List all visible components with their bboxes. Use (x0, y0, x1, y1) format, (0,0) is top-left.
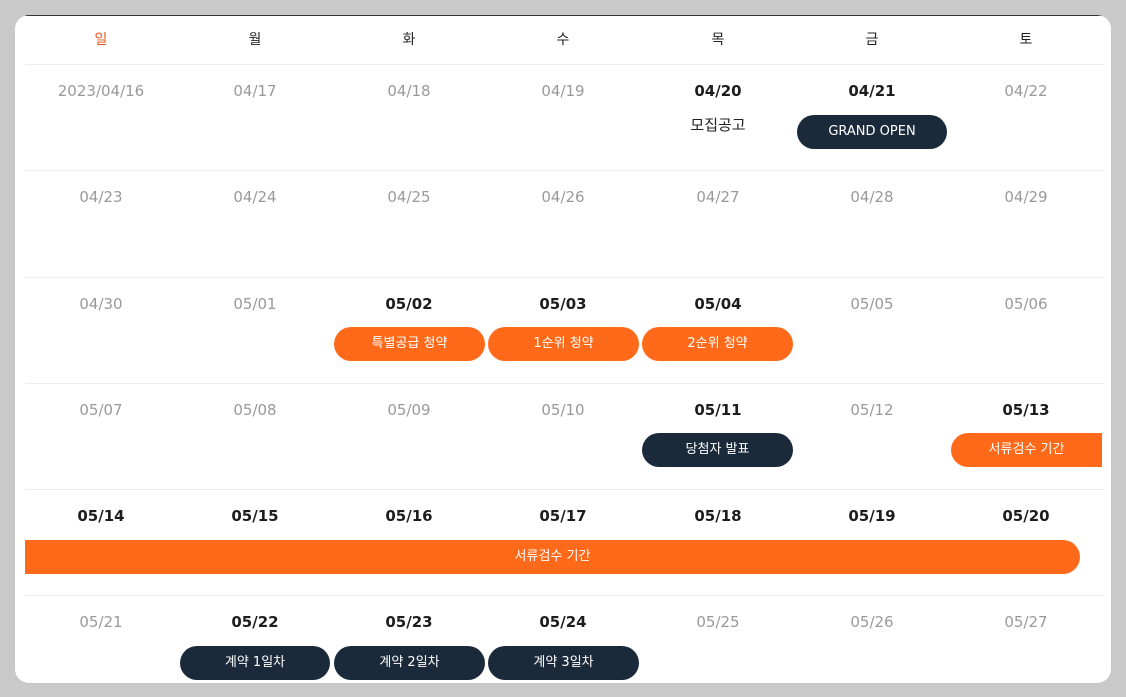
date-cell: 05/04 (694, 295, 742, 313)
event-doc-review-continued[interactable]: 서류검수 기간 (25, 540, 1080, 574)
date-cell: 05/18 (694, 507, 742, 525)
weekday-wednesday: 수 (556, 32, 570, 48)
date-cell: 04/25 (387, 188, 431, 206)
row-divider (25, 595, 1104, 596)
date-cell: 04/26 (541, 188, 585, 206)
event-contract-day3[interactable]: 계약 3일차 (488, 646, 639, 680)
event-grand-open[interactable]: GRAND OPEN (797, 115, 947, 149)
date-cell: 04/21 (848, 82, 896, 100)
date-cell: 05/17 (539, 507, 587, 525)
schedule-calendar: 일 월 화 수 목 금 토 2023/04/16 04/17 04/18 04/… (15, 15, 1111, 683)
date-cell: 05/02 (385, 295, 433, 313)
date-cell: 05/25 (696, 613, 740, 631)
event-doc-review-start[interactable]: 서류검수 기간 (951, 433, 1102, 467)
date-cell: 05/06 (1004, 295, 1048, 313)
date-cell: 05/23 (385, 613, 433, 631)
date-cell: 04/30 (79, 295, 123, 313)
date-cell: 05/24 (539, 613, 587, 631)
date-cell: 05/22 (231, 613, 279, 631)
date-cell: 05/03 (539, 295, 587, 313)
date-cell: 05/26 (850, 613, 894, 631)
date-cell: 04/24 (233, 188, 277, 206)
row-divider (25, 489, 1104, 490)
date-cell: 05/01 (233, 295, 277, 313)
row-divider (25, 64, 1104, 65)
date-cell: 05/11 (694, 401, 742, 419)
date-cell: 04/29 (1004, 188, 1048, 206)
weekday-friday: 금 (865, 32, 879, 48)
date-cell: 05/21 (79, 613, 123, 631)
date-cell: 04/27 (696, 188, 740, 206)
weekday-monday: 월 (248, 32, 262, 48)
calendar-top-border (25, 15, 1104, 16)
date-cell: 04/23 (79, 188, 123, 206)
date-cell: 04/17 (233, 82, 277, 100)
date-cell: 05/19 (848, 507, 896, 525)
date-cell: 04/28 (850, 188, 894, 206)
date-cell: 05/05 (850, 295, 894, 313)
date-cell: 04/20 (694, 82, 742, 100)
weekday-saturday: 토 (1019, 32, 1033, 48)
event-contract-day2[interactable]: 계약 2일차 (334, 646, 485, 680)
weekday-thursday: 목 (711, 32, 725, 48)
date-cell: 04/22 (1004, 82, 1048, 100)
date-cell: 05/15 (231, 507, 279, 525)
row-divider (25, 170, 1104, 171)
date-cell: 05/12 (850, 401, 894, 419)
row-divider (25, 383, 1104, 384)
row-divider (25, 277, 1104, 278)
event-second-rank[interactable]: 2순위 청약 (642, 327, 793, 361)
date-cell: 05/14 (77, 507, 125, 525)
event-contract-day1[interactable]: 계약 1일차 (180, 646, 330, 680)
event-winner-announce[interactable]: 당첨자 발표 (642, 433, 793, 467)
date-cell: 2023/04/16 (57, 82, 145, 100)
weekday-sunday: 일 (94, 32, 108, 48)
date-cell: 05/09 (387, 401, 431, 419)
date-cell: 05/08 (233, 401, 277, 419)
date-cell: 05/13 (1002, 401, 1050, 419)
date-cell: 05/07 (79, 401, 123, 419)
date-cell: 05/10 (541, 401, 585, 419)
date-cell: 04/18 (387, 82, 431, 100)
weekday-tuesday: 화 (402, 32, 416, 48)
event-special-supply[interactable]: 특별공급 청약 (334, 327, 485, 361)
date-cell: 04/19 (541, 82, 585, 100)
date-cell: 05/20 (1002, 507, 1050, 525)
recruit-notice-label: 모집공고 (690, 116, 746, 134)
event-first-rank[interactable]: 1순위 청약 (488, 327, 639, 361)
date-cell: 05/27 (1004, 613, 1048, 631)
date-cell: 05/16 (385, 507, 433, 525)
